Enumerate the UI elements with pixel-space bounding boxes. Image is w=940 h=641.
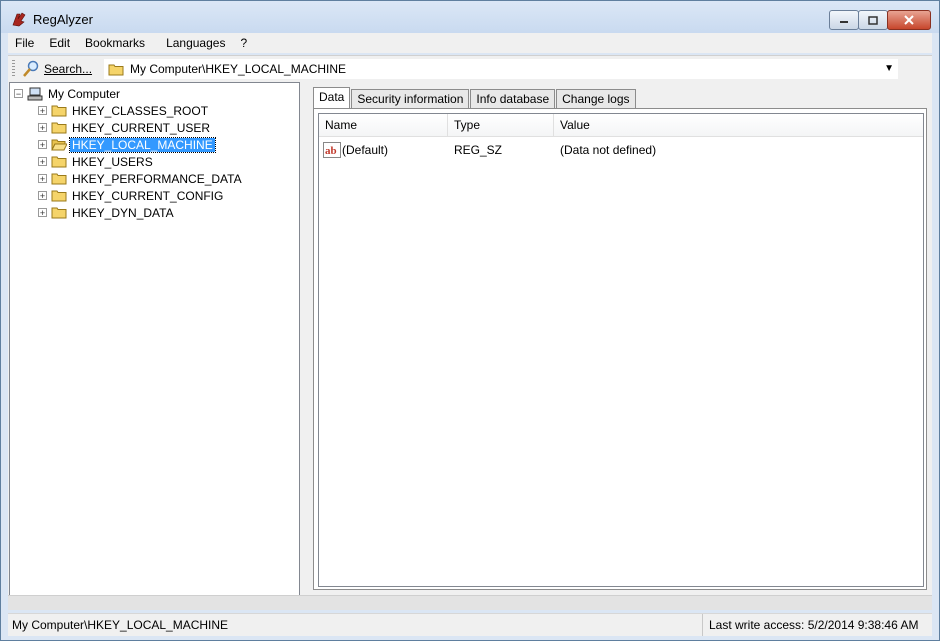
search-button[interactable]: Search...: [22, 59, 92, 79]
tree-node-hkey-local-machine[interactable]: + HKEY_LOCAL_MACHINE: [38, 136, 216, 153]
regalyzer-app-icon: [12, 12, 26, 27]
tree-node-hkey-dyn-data[interactable]: + HKEY_DYN_DATA: [38, 204, 176, 221]
tree-node-hkey-current-user[interactable]: + HKEY_CURRENT_USER: [38, 119, 212, 136]
tab-change-logs[interactable]: Change logs: [556, 89, 636, 110]
expand-icon[interactable]: +: [38, 174, 47, 184]
expand-icon[interactable]: +: [38, 157, 47, 167]
menu-edit[interactable]: Edit: [42, 36, 78, 50]
value-data: (Data not defined): [560, 143, 657, 157]
details-pane: Data Security information Info database …: [307, 82, 931, 594]
registry-tree[interactable]: − My Computer + HKEY_CLASSES_ROOT + HKEY…: [9, 82, 300, 596]
svg-text:ab: ab: [325, 145, 337, 157]
column-header-type[interactable]: Type: [448, 114, 554, 136]
tree-node-hkey-classes-root[interactable]: + HKEY_CLASSES_ROOT: [38, 102, 210, 119]
dropdown-arrow-icon[interactable]: ▼: [884, 63, 894, 74]
expand-icon[interactable]: +: [38, 106, 47, 116]
menu-help[interactable]: ?: [233, 36, 255, 50]
folder-icon: [51, 190, 67, 201]
close-button[interactable]: [887, 10, 931, 30]
list-header: Name Type Value: [319, 114, 923, 137]
address-text: My Computer\HKEY_LOCAL_MACHINE: [130, 62, 347, 76]
toolbar: Search... My Computer\HKEY_LOCAL_MACHINE…: [8, 55, 932, 82]
tree-node-hkey-performance-data[interactable]: + HKEY_PERFORMANCE_DATA: [38, 170, 244, 187]
tab-info-database[interactable]: Info database: [470, 89, 556, 110]
tree-label: HKEY_CURRENT_USER: [72, 120, 211, 135]
tree-label: HKEY_CURRENT_CONFIG: [72, 188, 224, 203]
status-bar: My Computer\HKEY_LOCAL_MACHINE Last writ…: [8, 613, 932, 636]
open-folder-icon: [51, 139, 67, 150]
tab-security-information[interactable]: Security information: [351, 89, 470, 110]
column-header-name[interactable]: Name: [319, 114, 448, 136]
tree-node-root[interactable]: − My Computer: [14, 85, 122, 102]
tree-label: HKEY_USERS: [72, 154, 153, 169]
status-last-write: Last write access: 5/2/2014 9:38:46 AM: [709, 618, 919, 632]
window-title: RegAlyzer: [33, 12, 93, 27]
toolbar-grip[interactable]: [12, 60, 15, 78]
collapse-icon[interactable]: −: [14, 89, 23, 99]
close-icon: [904, 15, 914, 25]
tree-label-selected: HKEY_LOCAL_MACHINE: [69, 136, 216, 153]
folder-icon: [51, 173, 67, 184]
value-type: REG_SZ: [454, 143, 503, 157]
title-bar[interactable]: RegAlyzer: [1, 1, 939, 33]
address-combobox[interactable]: My Computer\HKEY_LOCAL_MACHINE ▼: [104, 59, 898, 79]
data-tab-panel: Name Type Value ab (Default) REG_SZ (Dat…: [313, 108, 927, 590]
search-icon: [23, 60, 39, 77]
string-value-icon: ab: [323, 142, 341, 158]
computer-icon: [27, 87, 43, 100]
client-area: − My Computer + HKEY_CLASSES_ROOT + HKEY…: [8, 81, 932, 596]
maximize-button[interactable]: [858, 10, 888, 30]
splitter-bar[interactable]: [8, 595, 932, 610]
minimize-icon: [840, 21, 848, 23]
menu-bar: File Edit Bookmarks Languages ?: [8, 33, 932, 53]
tree-label: HKEY_DYN_DATA: [72, 205, 174, 220]
menu-bookmarks[interactable]: Bookmarks: [78, 36, 153, 50]
status-path: My Computer\HKEY_LOCAL_MACHINE: [8, 614, 703, 636]
folder-icon: [51, 105, 67, 116]
maximize-icon: [868, 15, 878, 25]
column-header-value[interactable]: Value: [554, 114, 923, 136]
folder-icon: [51, 207, 67, 218]
tree-node-hkey-users[interactable]: + HKEY_USERS: [38, 153, 155, 170]
tab-strip: Data Security information Info database …: [313, 87, 637, 111]
list-item[interactable]: ab (Default) REG_SZ (Data not defined): [319, 140, 854, 160]
value-name: (Default): [342, 143, 389, 157]
folder-icon: [51, 122, 67, 133]
menu-file[interactable]: File: [8, 36, 42, 50]
expand-icon[interactable]: +: [38, 123, 47, 133]
search-button-label: Search...: [44, 62, 93, 76]
expand-icon[interactable]: +: [38, 191, 47, 201]
minimize-button[interactable]: [829, 10, 859, 30]
tree-label-root: My Computer: [48, 86, 121, 101]
folder-icon: [51, 156, 67, 167]
app-window: RegAlyzer File Edit Bookmarks Languages …: [0, 0, 940, 641]
tree-label: HKEY_PERFORMANCE_DATA: [72, 171, 242, 186]
expand-icon[interactable]: +: [38, 208, 47, 218]
menu-languages[interactable]: Languages: [153, 36, 233, 50]
folder-icon: [108, 64, 124, 75]
tree-label: HKEY_CLASSES_ROOT: [72, 103, 209, 118]
expand-icon[interactable]: +: [38, 140, 47, 150]
values-list[interactable]: Name Type Value ab (Default) REG_SZ (Dat…: [318, 113, 924, 587]
tree-node-hkey-current-config[interactable]: + HKEY_CURRENT_CONFIG: [38, 187, 225, 204]
